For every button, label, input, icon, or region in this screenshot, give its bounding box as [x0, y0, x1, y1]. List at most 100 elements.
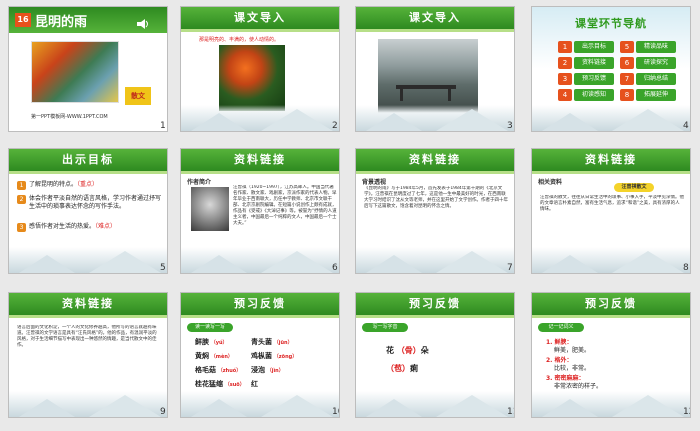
nav-item-number: 5 — [620, 41, 634, 53]
word-text: 浸泡 — [251, 366, 265, 374]
nav-item-7[interactable]: 初读感知 — [574, 89, 614, 101]
slide-title: 资料链接 — [9, 293, 167, 315]
word-text: 红 — [251, 380, 258, 388]
section-tag: 读一读写一写 — [187, 323, 233, 332]
nav-item-4[interactable]: 研读探究 — [636, 57, 676, 69]
nav-item-3[interactable]: 资料链接 — [574, 57, 614, 69]
slide-thumbnail-3[interactable]: 课文导入 3 — [355, 6, 515, 132]
nav-item-2[interactable]: 精读品味 — [636, 41, 676, 53]
section-subtitle: 相关资料 — [538, 179, 563, 186]
section-subtitle: 背景透视 — [362, 179, 387, 186]
slide-thumbnail-5[interactable]: 出示目标 1 了解昆明的特点。（重点） 2 体会作者平淡自然的语言风格，学习作者通过抒… — [8, 148, 168, 274]
nav-item-number: 2 — [558, 57, 572, 69]
slide-thumbnail-8[interactable]: 资料链接 相关资料 汪曾祺散文 汪曾祺的散文，往往从日常生活中的琐事、小事入手，… — [531, 148, 691, 274]
slide-number: 8 — [683, 263, 689, 273]
goal-text: 了解昆明的特点。（重点） — [29, 181, 161, 189]
slide-title: 资料链接 — [356, 149, 514, 171]
slide-title: 课文导入 — [356, 7, 514, 29]
title-underline — [532, 171, 690, 174]
slide-thumbnail-12[interactable]: 预习反馈 记一记词义 1. 鲜腴： 鲜美，肥美。 2. 格外： 比较，非常。 3. 密密… — [531, 292, 691, 418]
nav-item-number: 7 — [620, 73, 634, 85]
slide-number: 5 — [160, 263, 166, 273]
caption-text: 那是明亮的、丰满的，使人动情的。 — [199, 37, 280, 43]
slide-thumbnail-7[interactable]: 资料链接 背景透视 《昆明的雨》写于1984年5月，首先发表于1984年第十期的… — [355, 148, 515, 274]
nav-item-6[interactable]: 归纳总结 — [636, 73, 676, 85]
slide-title: 预习反馈 — [181, 293, 339, 315]
rainy-pavilion-photo — [378, 39, 478, 115]
title-underline — [181, 171, 339, 174]
nav-item-8[interactable]: 拓展延伸 — [636, 89, 676, 101]
word-text: 鸡枞菌 — [251, 352, 272, 360]
slide-number: 11 — [507, 407, 514, 417]
char-row: （苞）痢 — [386, 363, 418, 374]
slide-number: 4 — [683, 121, 689, 131]
slide-thumbnail-4[interactable]: 课堂环节导航 1 出示目标 5 精读品味 2 资料链接 6 研读探究 3 预习反馈 7 归纳总结 4 初读… — [531, 6, 691, 132]
slide-thumbnail-6[interactable]: 资料链接 作者简介 汪曾祺（1920~1997），江苏高邮人。中国当代著名作家、… — [180, 148, 340, 274]
section-subtitle: 作者简介 — [187, 179, 212, 186]
vocab-word: 青头菌 （jūn） — [251, 337, 293, 347]
topic-tag: 汪曾祺散文 — [614, 183, 654, 192]
slide-grid: 16 昆明的雨 散文 第一PPT模板网-WWW.1PPT.COM 1 课文导入 … — [0, 0, 700, 431]
goal-body: 感悟作者对生活的热爱。 — [29, 223, 96, 230]
slide-thumbnail-1[interactable]: 16 昆明的雨 散文 第一PPT模板网-WWW.1PPT.COM 1 — [8, 6, 168, 132]
slide-title: 课堂环节导航 — [575, 17, 647, 30]
slide-number: 7 — [507, 263, 513, 273]
slide-title: 预习反馈 — [356, 293, 514, 315]
slide-title: 课文导入 — [181, 7, 339, 29]
slide-title: 出示目标 — [9, 149, 167, 171]
nav-item-number: 1 — [558, 41, 572, 53]
slide-number: 1 — [160, 121, 166, 131]
word-text: 格毛菇 — [195, 366, 216, 374]
speaker-icon[interactable] — [137, 14, 149, 29]
goal-mark: （重点） — [77, 181, 99, 188]
word-pinyin: （suō） — [223, 382, 245, 388]
word-text: 青头菌 — [251, 338, 272, 346]
char-answer: （骨） — [394, 346, 421, 355]
definition-text: 非常浓密的样子。 — [554, 383, 603, 390]
slide-number: 3 — [507, 121, 513, 131]
section-tag: 写一写字音 — [362, 323, 408, 332]
slide-thumbnail-10[interactable]: 预习反馈 读一读写一写 鲜腴 （yú） 青头菌 （jūn） 黄焖 （mèn） 鸡枞菌 … — [180, 292, 340, 418]
title-underline — [9, 171, 167, 174]
slide-thumbnail-11[interactable]: 预习反馈 写一写字音 花 （骨）朵 （苞）痢 11 — [355, 292, 515, 418]
background-text: 《昆明的雨》写于1984年5月，首先发表于1984年第十期的《北京文学》。汪曾祺… — [364, 186, 508, 209]
mountain-decoration — [181, 105, 339, 131]
footer-text: 第一PPT模板网-WWW.1PPT.COM — [31, 114, 108, 120]
mountain-decoration — [356, 105, 514, 131]
vocab-word: 桂花猛缩 （suō） — [195, 379, 245, 389]
title-underline — [356, 315, 514, 318]
goal-body: 体会作者平淡自然的语言风格，学习作者通过抒写生活中的琐事表达怀念的写作手法。 — [29, 195, 162, 210]
slide-title: 资料链接 — [532, 149, 690, 171]
mountain-decoration — [532, 247, 690, 273]
goal-text: 体会作者平淡自然的语言风格，学习作者通过抒写生活中的琐事表达怀念的写作手法。 — [29, 195, 161, 211]
nav-item-5[interactable]: 预习反馈 — [574, 73, 614, 85]
mountain-decoration — [9, 247, 167, 273]
genre-badge: 散文 — [125, 87, 151, 105]
word-pinyin: （yú） — [209, 340, 228, 346]
mountain-decoration — [356, 391, 514, 417]
slide-thumbnail-9[interactable]: 资料链接 语言后面的文化积淀，一个人的文化修养越高，他所写的语言就越有味道。汪曾… — [8, 292, 168, 418]
slide-number: 10 — [332, 407, 339, 417]
goal-text: 感悟作者对生活的热爱。（难点） — [29, 223, 161, 231]
section-tag: 记一记词义 — [538, 323, 584, 332]
goal-number: 3 — [17, 223, 26, 232]
nav-item-1[interactable]: 出示目标 — [574, 41, 614, 53]
char-row: 花 （骨）朵 — [386, 345, 429, 356]
char-suffix: 痢 — [410, 364, 418, 373]
mountain-decoration — [356, 247, 514, 273]
slide-number: 6 — [332, 263, 338, 273]
bench-leg — [400, 89, 403, 101]
word-text: 鲜腴 — [195, 338, 209, 346]
slide-title: 预习反馈 — [532, 293, 690, 315]
definition-text: 比较，非常。 — [554, 365, 591, 372]
style-text: 语言后面的文化积淀，一个人的文化修养越高，他所写的语言就越有味道。汪曾祺的文学语… — [17, 325, 157, 348]
bench-shape — [396, 85, 456, 89]
mountain-decoration — [532, 391, 690, 417]
flower-photo — [219, 45, 285, 111]
vocab-word: 格毛菇 （zhuó） — [195, 365, 241, 375]
slide-thumbnail-2[interactable]: 课文导入 那是明亮的、丰满的，使人动情的。 2 — [180, 6, 340, 132]
vocab-word: 红 — [251, 379, 258, 389]
char-answer: （苞） — [386, 364, 410, 373]
slide-title: 昆明的雨 — [35, 15, 88, 30]
char-prefix: 花 — [386, 346, 394, 355]
